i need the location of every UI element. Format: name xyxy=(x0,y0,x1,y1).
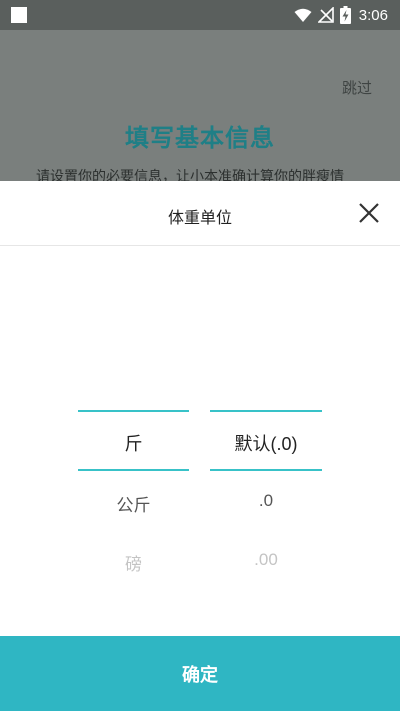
unit-option[interactable]: 公斤 xyxy=(78,491,189,516)
status-time: 3:06 xyxy=(358,6,388,24)
battery-charging-icon xyxy=(339,6,351,24)
unit-picker-bottom-line xyxy=(78,469,189,471)
unit-option-selected[interactable]: 斤 xyxy=(78,430,189,456)
wifi-icon xyxy=(294,8,312,22)
unit-picker-top-line xyxy=(78,410,189,412)
background-page: 跳过 填写基本信息 请设置你的必要信息，让小本准确计算你的胖瘦情况，提供更好的瘦… xyxy=(0,30,400,206)
status-icons: 3:06 xyxy=(294,0,388,30)
skip-button[interactable]: 跳过 xyxy=(342,77,372,98)
decimal-option[interactable]: .00 xyxy=(210,550,322,570)
status-bar: 3:06 xyxy=(0,0,400,30)
sheet-header: 体重单位 xyxy=(0,181,400,246)
confirm-button[interactable]: 确定 xyxy=(0,636,400,711)
decimal-picker-top-line xyxy=(210,410,322,412)
unit-option[interactable]: 磅 xyxy=(78,550,189,575)
notification-icon xyxy=(11,7,27,23)
sheet-title: 体重单位 xyxy=(167,208,232,227)
decimal-picker-bottom-line xyxy=(210,469,322,471)
no-signal-icon xyxy=(317,7,334,23)
decimal-option[interactable]: .0 xyxy=(210,491,322,511)
decimal-option-selected[interactable]: 默认(.0) xyxy=(210,430,322,456)
page-title: 填写基本信息 xyxy=(125,124,275,152)
close-icon[interactable] xyxy=(356,200,382,226)
weight-unit-sheet: 体重单位 xyxy=(0,181,400,711)
